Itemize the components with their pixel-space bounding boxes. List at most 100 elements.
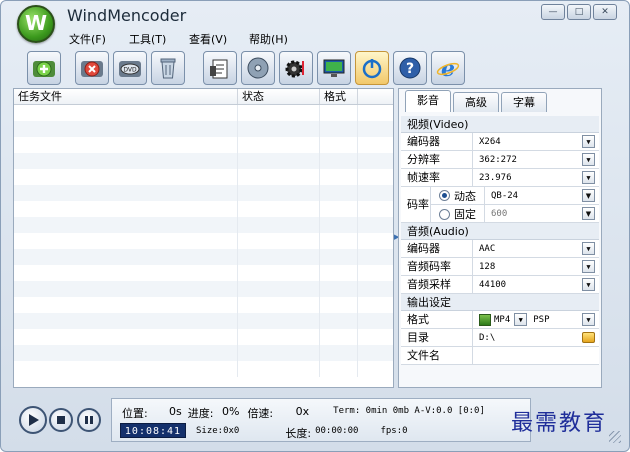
- preview-button[interactable]: [317, 51, 351, 85]
- minimize-button[interactable]: —: [541, 4, 565, 20]
- chevron-down-icon[interactable]: ▼: [582, 171, 595, 184]
- column-format[interactable]: 格式: [320, 89, 358, 104]
- play-button[interactable]: [19, 406, 47, 434]
- audio-bitrate-value: 128: [479, 261, 496, 272]
- table-cell: [14, 105, 238, 121]
- table-cell: [238, 345, 320, 361]
- remove-button[interactable]: [75, 51, 109, 85]
- table-row[interactable]: [14, 185, 393, 201]
- table-row[interactable]: [14, 169, 393, 185]
- output-format-select[interactable]: MP4 ▼ PSP ▼: [473, 311, 599, 328]
- table-cell: [320, 185, 358, 201]
- table-row[interactable]: [14, 313, 393, 329]
- tab-subtitle[interactable]: 字幕: [501, 92, 547, 112]
- audio-bitrate-select[interactable]: 128 ▼: [473, 258, 599, 275]
- output-dir-field[interactable]: D:\: [473, 329, 599, 346]
- fps-select[interactable]: 23.976 ▼: [473, 169, 599, 186]
- close-button[interactable]: ✕: [593, 4, 617, 20]
- tab-advanced[interactable]: 高级: [453, 92, 499, 112]
- folder-icon[interactable]: [582, 332, 595, 343]
- table-row[interactable]: [14, 249, 393, 265]
- table-row[interactable]: [14, 265, 393, 281]
- table-row[interactable]: [14, 217, 393, 233]
- audio-sample-select[interactable]: 44100 ▼: [473, 276, 599, 293]
- table-row[interactable]: [14, 329, 393, 345]
- audio-encoder-select[interactable]: AAC ▼: [473, 240, 599, 257]
- chevron-down-icon[interactable]: ▼: [582, 260, 595, 273]
- table-cell: [320, 121, 358, 137]
- bitrate-dynamic-label: 动态: [454, 189, 476, 203]
- fps-value: 23.976: [479, 172, 512, 183]
- table-row[interactable]: [14, 153, 393, 169]
- chevron-down-icon[interactable]: ▼: [582, 242, 595, 255]
- chevron-down-icon[interactable]: ▼: [582, 153, 595, 166]
- pause-button[interactable]: [77, 408, 101, 432]
- disc-button[interactable]: [241, 51, 275, 85]
- svg-text:e: e: [441, 56, 455, 81]
- video-encoder-select[interactable]: X264 ▼: [473, 133, 599, 150]
- resolution-select[interactable]: 362:272 ▼: [473, 151, 599, 168]
- fps-text: fps:0: [380, 426, 408, 436]
- menu-help[interactable]: 帮助(H): [249, 31, 309, 47]
- table-row[interactable]: [14, 297, 393, 313]
- chevron-down-icon[interactable]: ▼: [514, 313, 528, 326]
- table-row[interactable]: [14, 361, 393, 377]
- table-row[interactable]: [14, 105, 393, 121]
- menu-bar: 文件(F) 工具(T) 查看(V) 帮助(H): [69, 31, 309, 47]
- tab-av[interactable]: 影音: [405, 90, 451, 112]
- table-cell: [238, 281, 320, 297]
- toolbar: ▼ DVD: [15, 46, 623, 88]
- format-icon: [479, 313, 491, 326]
- table-cell: [320, 137, 358, 153]
- maximize-button[interactable]: □: [567, 4, 591, 20]
- resolution-row: 分辨率 362:272 ▼: [401, 151, 599, 169]
- table-row[interactable]: [14, 121, 393, 137]
- table-cell: [320, 361, 358, 377]
- clear-button[interactable]: [151, 51, 185, 85]
- audio-encoder-label: 编码器: [401, 240, 473, 257]
- table-cell: [238, 329, 320, 345]
- column-task-file[interactable]: 任务文件: [14, 89, 238, 104]
- table-row[interactable]: [14, 281, 393, 297]
- resize-grip-icon[interactable]: [609, 431, 621, 443]
- task-list-button[interactable]: [203, 51, 237, 85]
- table-cell: [14, 185, 238, 201]
- table-cell: [14, 281, 238, 297]
- column-status[interactable]: 状态: [238, 89, 320, 104]
- output-filename-field[interactable]: [473, 347, 599, 364]
- play-icon: [29, 414, 39, 426]
- table-row[interactable]: [14, 137, 393, 153]
- settings-button[interactable]: [279, 51, 313, 85]
- add-file-button[interactable]: [27, 51, 61, 85]
- browser-icon: e: [436, 56, 460, 81]
- menu-tools[interactable]: 工具(T): [129, 31, 189, 47]
- chevron-down-icon[interactable]: ▼: [582, 135, 595, 148]
- menu-file[interactable]: 文件(F): [69, 31, 129, 47]
- web-button[interactable]: e: [431, 51, 465, 85]
- power-button[interactable]: [355, 51, 389, 85]
- disc-icon: [247, 57, 269, 79]
- progress-value: 0%: [221, 405, 240, 418]
- table-cell: [320, 217, 358, 233]
- dvd-button[interactable]: DVD: [113, 51, 147, 85]
- menu-view[interactable]: 查看(V): [189, 31, 249, 47]
- table-cell: [238, 121, 320, 137]
- clipboard-icon: [210, 59, 228, 79]
- bitrate-fixed-radio[interactable]: [439, 208, 450, 220]
- table-row[interactable]: [14, 201, 393, 217]
- chevron-down-icon[interactable]: ▼: [582, 189, 595, 202]
- table-cell: [320, 329, 358, 345]
- help-button[interactable]: ?: [393, 51, 427, 85]
- title-bar[interactable]: W WindMencoder — □ ✕: [1, 1, 629, 43]
- video-section-header: 视频(Video): [401, 116, 599, 133]
- task-list[interactable]: 任务文件 状态 格式: [13, 88, 394, 388]
- stop-button[interactable]: [49, 408, 73, 432]
- chevron-down-icon[interactable]: ▼: [582, 278, 595, 291]
- table-cell: [320, 345, 358, 361]
- table-row[interactable]: [14, 233, 393, 249]
- chevron-down-icon[interactable]: ▼: [582, 313, 595, 326]
- chevron-down-icon[interactable]: ▼: [582, 207, 595, 220]
- output-profile-value[interactable]: PSP: [533, 315, 549, 325]
- bitrate-dynamic-radio[interactable]: [439, 190, 450, 201]
- table-row[interactable]: [14, 345, 393, 361]
